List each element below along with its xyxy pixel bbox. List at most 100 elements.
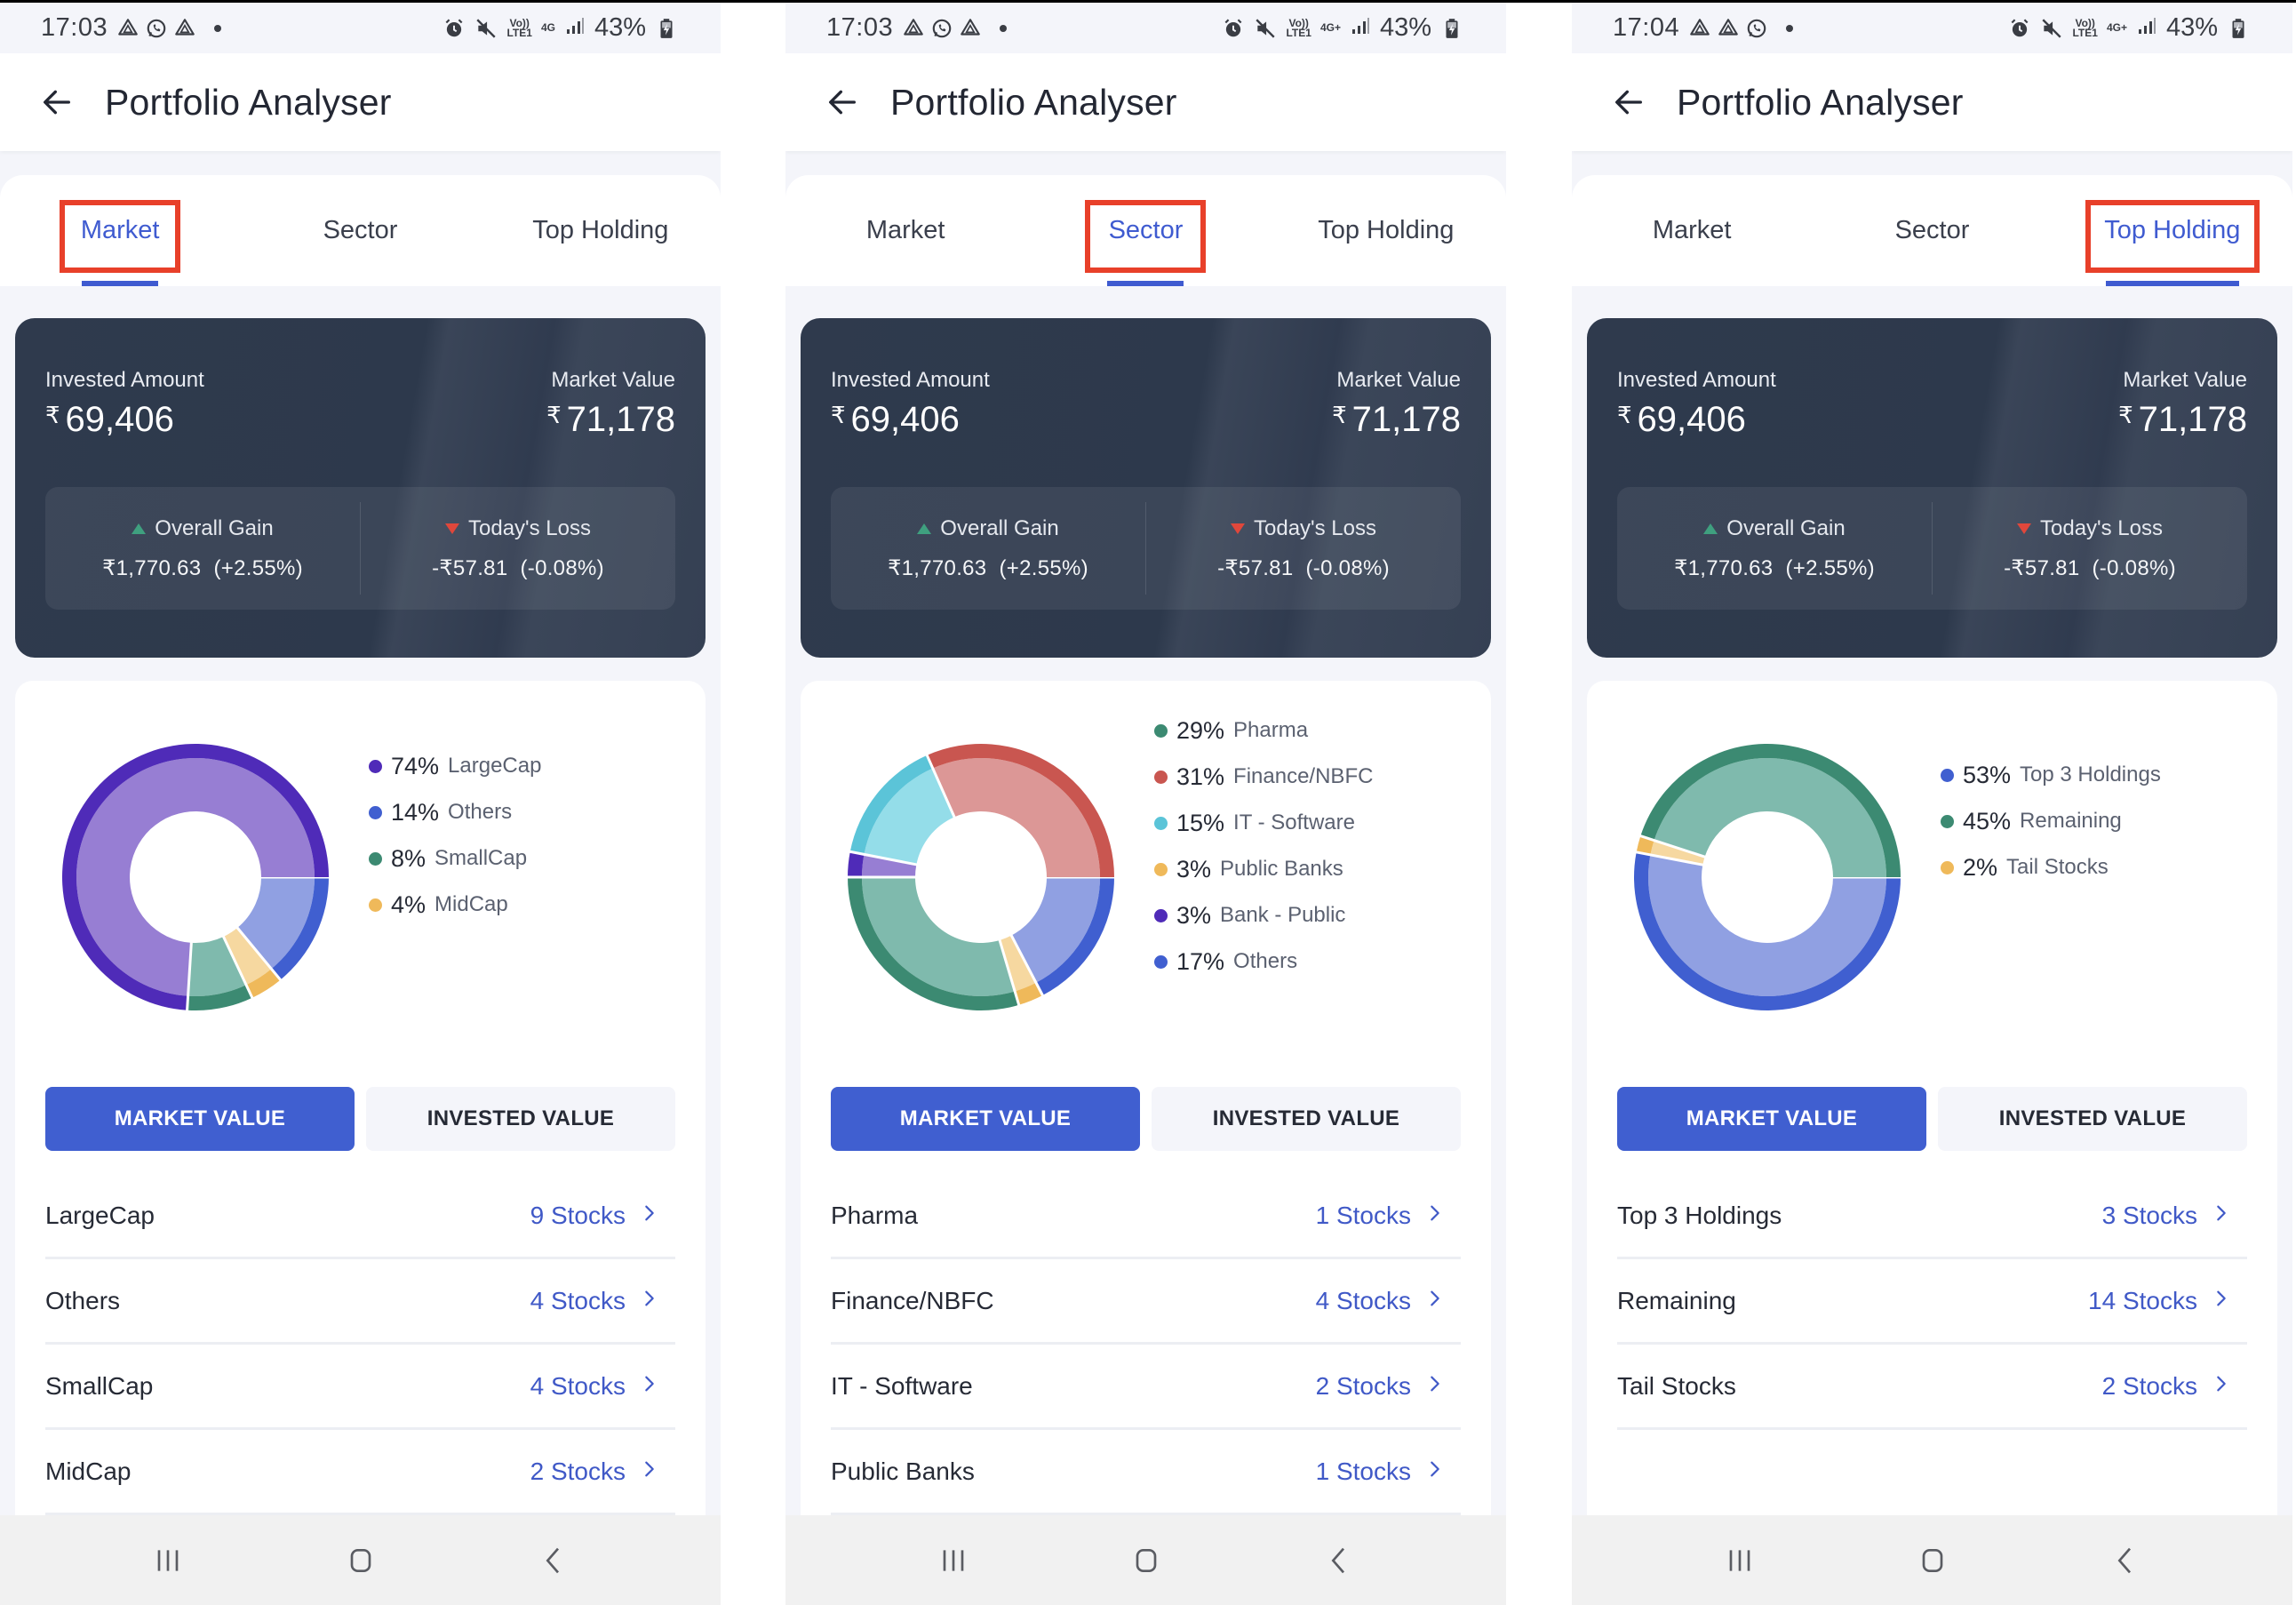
tab-top-holding[interactable]: Top Holding	[2053, 175, 2292, 286]
todays-loss-label: Today's Loss	[468, 515, 591, 540]
tab-label: Top Holding	[2104, 216, 2241, 244]
overall-gain-value: ₹1,770.63	[102, 555, 202, 580]
legend-dot	[369, 759, 382, 773]
tab-market[interactable]: Market	[0, 175, 240, 286]
legend-item: 53% Top 3 Holdings	[1941, 752, 2161, 798]
alarm-icon	[2008, 17, 2031, 40]
tab-sector[interactable]: Sector	[240, 175, 480, 286]
tab-top-holding[interactable]: Top Holding	[481, 175, 721, 286]
category-row[interactable]: Top 3 Holdings 3 Stocks	[1617, 1174, 2247, 1259]
market-value-label: Market Value	[551, 368, 675, 392]
system-back-button[interactable]	[2090, 1534, 2161, 1587]
invested-amount-value: ₹69,406	[831, 400, 990, 440]
system-back-button[interactable]	[1303, 1534, 1375, 1587]
category-row[interactable]: SmallCap 4 Stocks	[45, 1345, 675, 1430]
battery-percent: 43%	[594, 13, 646, 42]
category-row[interactable]: Pharma 1 Stocks	[831, 1174, 1461, 1259]
tab-market[interactable]: Market	[1572, 175, 1812, 286]
stock-count: 4 Stocks	[530, 1286, 626, 1314]
donut-chart	[1634, 744, 1901, 1010]
donut-slice-rim	[848, 851, 865, 877]
recents-button[interactable]	[918, 1534, 989, 1587]
market-value: 71,178	[566, 400, 675, 439]
back-icon	[2117, 1547, 2131, 1573]
category-name: LargeCap	[45, 1201, 155, 1229]
donut-slice-pharma	[848, 877, 1019, 1010]
back-button[interactable]	[37, 83, 76, 122]
legend-label: Public Banks	[1220, 857, 1343, 881]
donut-slice-fill	[862, 877, 1016, 996]
category-row[interactable]: Remaining 14 Stocks	[1617, 1259, 2247, 1345]
legend-percent: 31%	[1176, 763, 1225, 790]
todays-loss-value: -₹57.81	[1217, 555, 1294, 580]
invested-value-button[interactable]: INVESTED VALUE	[366, 1087, 675, 1151]
home-icon	[350, 1548, 371, 1572]
stock-count: 4 Stocks	[530, 1371, 626, 1400]
category-row[interactable]: MidCap 2 Stocks	[45, 1430, 675, 1515]
todays-loss-percent: (-0.08%)	[1305, 555, 1390, 580]
category-row[interactable]: Others 4 Stocks	[45, 1259, 675, 1345]
recents-button[interactable]	[132, 1534, 203, 1587]
tab-sector[interactable]: Sector	[1025, 175, 1265, 286]
chevron-right-icon	[2212, 1374, 2231, 1398]
system-back-button[interactable]	[518, 1534, 589, 1587]
category-row[interactable]: Finance/NBFC 4 Stocks	[831, 1259, 1461, 1345]
overall-gain-value: ₹1,770.63	[1674, 555, 1774, 580]
chart-legend: 74% LargeCap 14% Others 8% SmallCap 4% MidCap	[369, 743, 541, 928]
rupee-icon: ₹	[1617, 402, 1632, 428]
legend-item: 17% Others	[1154, 938, 1373, 985]
battery-charging-icon	[655, 17, 678, 40]
status-time: 17:03	[41, 13, 108, 42]
home-button[interactable]	[1897, 1534, 1968, 1587]
phone-screen-market: 17:03 Vo)) LTE1 4G 43% Portfolio Analyse…	[0, 3, 721, 1605]
legend-item: 29% Pharma	[1154, 707, 1373, 754]
category-name: Remaining	[1617, 1286, 1736, 1314]
home-button[interactable]	[1111, 1534, 1182, 1587]
recents-button[interactable]	[1704, 1534, 1775, 1587]
app-header: Portfolio Analyser	[1572, 53, 2292, 151]
home-button[interactable]	[325, 1534, 396, 1587]
status-bar: 17:03 Vo)) LTE1 4G 43%	[0, 3, 721, 53]
tab-sector[interactable]: Sector	[1812, 175, 2052, 286]
status-bar: 17:04 Vo)) LTE1 4G+ 43%	[1572, 3, 2292, 53]
arrow-left-icon	[829, 90, 856, 115]
chart-legend: 53% Top 3 Holdings 45% Remaining 2% Tail Stoc…	[1941, 752, 2161, 890]
legend-dot	[369, 898, 382, 912]
legend-item: 4% MidCap	[369, 882, 541, 928]
invested-amount: 69,406	[850, 400, 960, 439]
portfolio-summary-card: Invested Amount ₹69,406 Market Value ₹71…	[801, 318, 1491, 658]
back-button[interactable]	[1609, 83, 1648, 122]
portfolio-summary-card: Invested Amount ₹69,406 Market Value ₹71…	[1587, 318, 2277, 658]
legend-dot	[1154, 908, 1168, 922]
category-row[interactable]: Tail Stocks 2 Stocks	[1617, 1345, 2247, 1430]
legend-item: 45% Remaining	[1941, 798, 2161, 844]
tab-top-holding[interactable]: Top Holding	[1266, 175, 1506, 286]
allocation-card: 53% Top 3 Holdings 45% Remaining 2% Tail Stoc…	[1587, 681, 2277, 1605]
chevron-right-icon	[2212, 1203, 2231, 1227]
category-row[interactable]: IT - Software 2 Stocks	[831, 1345, 1461, 1430]
invested-value-button[interactable]: INVESTED VALUE	[1938, 1087, 2247, 1151]
allocation-card: 74% LargeCap 14% Others 8% SmallCap 4% MidCap M…	[15, 681, 706, 1605]
category-row[interactable]: LargeCap 9 Stocks	[45, 1174, 675, 1259]
stock-count: 4 Stocks	[1315, 1286, 1411, 1314]
tab-bar: Market Sector Top Holding	[1572, 175, 2292, 286]
overall-gain-percent: (+2.55%)	[1785, 555, 1875, 580]
whatsapp-icon	[1745, 17, 1768, 40]
invested-amount-label: Invested Amount	[45, 368, 204, 392]
tab-market[interactable]: Market	[785, 175, 1025, 286]
legend-percent: 3%	[1176, 901, 1212, 929]
market-value-button[interactable]: MARKET VALUE	[1617, 1087, 1926, 1151]
back-button[interactable]	[823, 83, 862, 122]
tab-label: Market	[865, 216, 945, 244]
category-name: Top 3 Holdings	[1617, 1201, 1782, 1229]
invested-value-button[interactable]: INVESTED VALUE	[1152, 1087, 1461, 1151]
legend-label: MidCap	[434, 892, 508, 916]
gain-loss-box: Overall Gain ₹1,770.63 (+2.55%) Today's L…	[1617, 487, 2247, 610]
market-value-button[interactable]: MARKET VALUE	[831, 1087, 1140, 1151]
signal-icon	[2136, 15, 2157, 41]
phone-screen-sector: 17:03 Vo)) LTE1 4G+ 43% Portfolio Analys…	[785, 3, 1506, 1605]
drive-icon	[959, 17, 982, 40]
category-row[interactable]: Public Banks 1 Stocks	[831, 1430, 1461, 1515]
market-value-button[interactable]: MARKET VALUE	[45, 1087, 355, 1151]
todays-loss-value: -₹57.81	[2004, 555, 2080, 580]
